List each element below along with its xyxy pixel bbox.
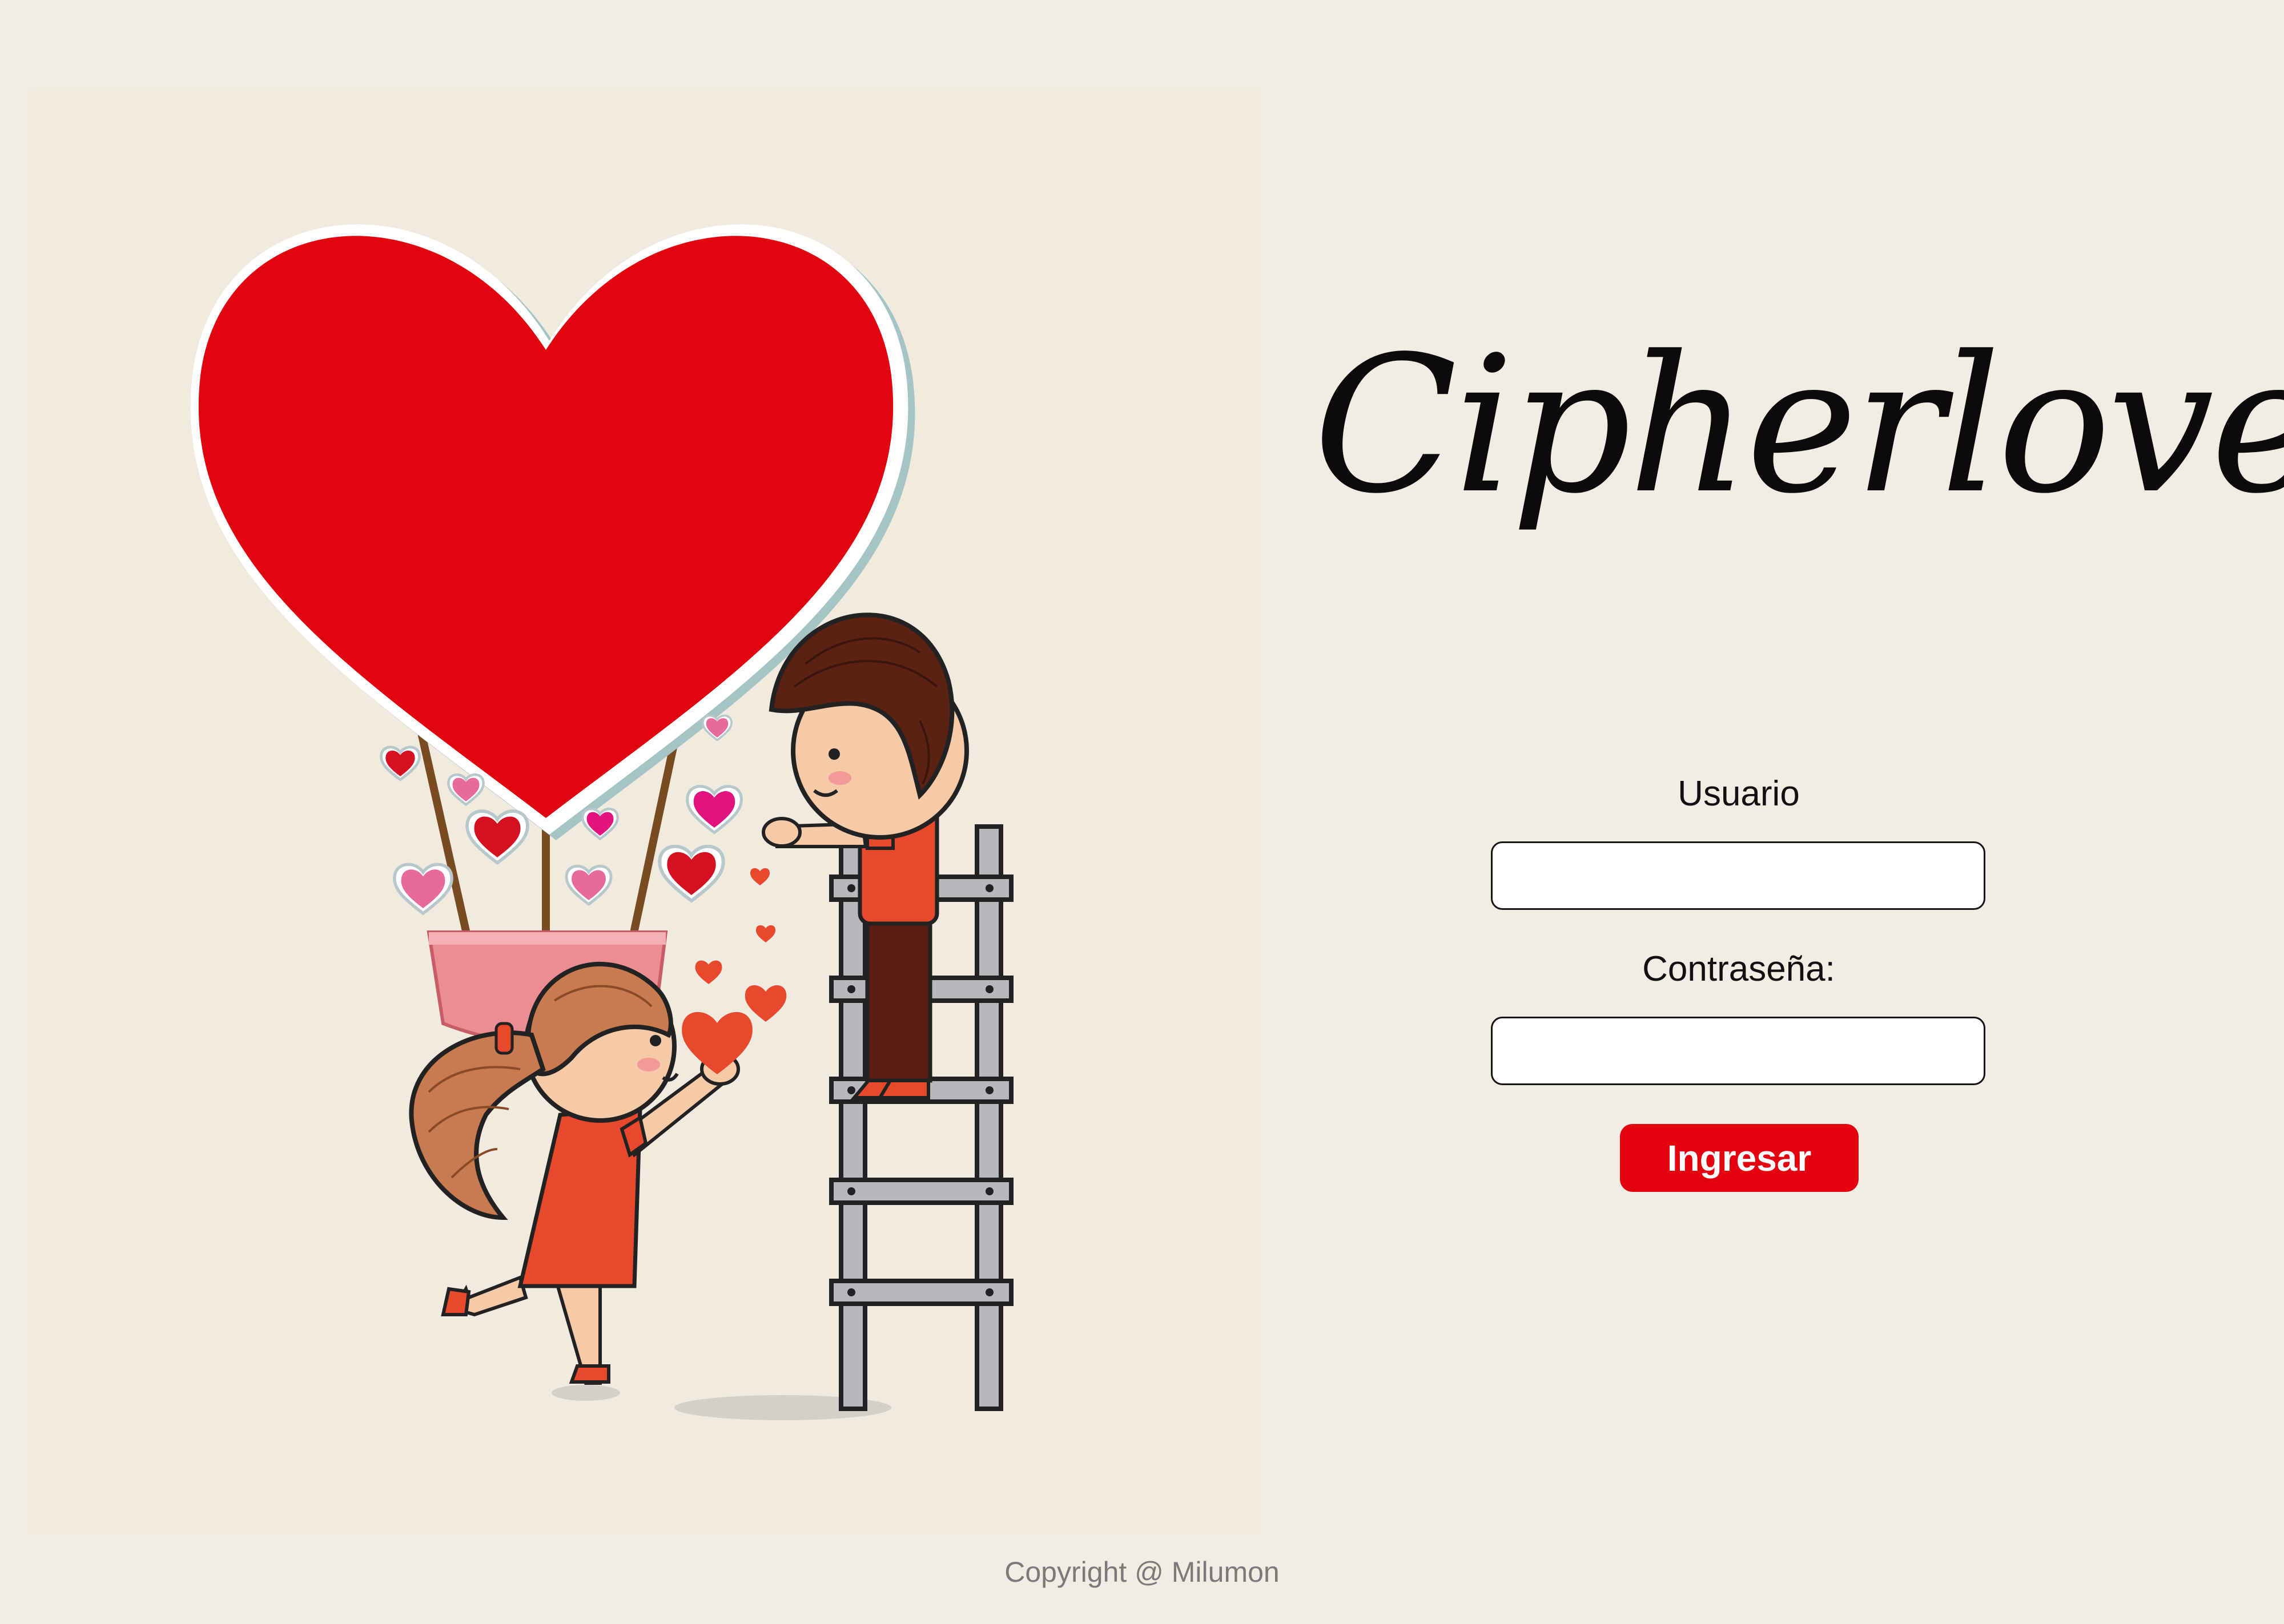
username-label: Usuario	[1678, 774, 1800, 813]
password-input[interactable]	[1491, 1017, 1985, 1085]
girl-shadow	[552, 1385, 620, 1401]
love-illustration	[29, 87, 1261, 1534]
username-input[interactable]	[1491, 841, 1985, 910]
password-label: Contraseña:	[1642, 949, 1835, 989]
copyright-footer: Copyright @ Milumon	[1004, 1556, 1280, 1588]
login-submit-button[interactable]: Ingresar	[1620, 1124, 1859, 1192]
app-title: Cipherlove	[1313, 316, 2284, 535]
